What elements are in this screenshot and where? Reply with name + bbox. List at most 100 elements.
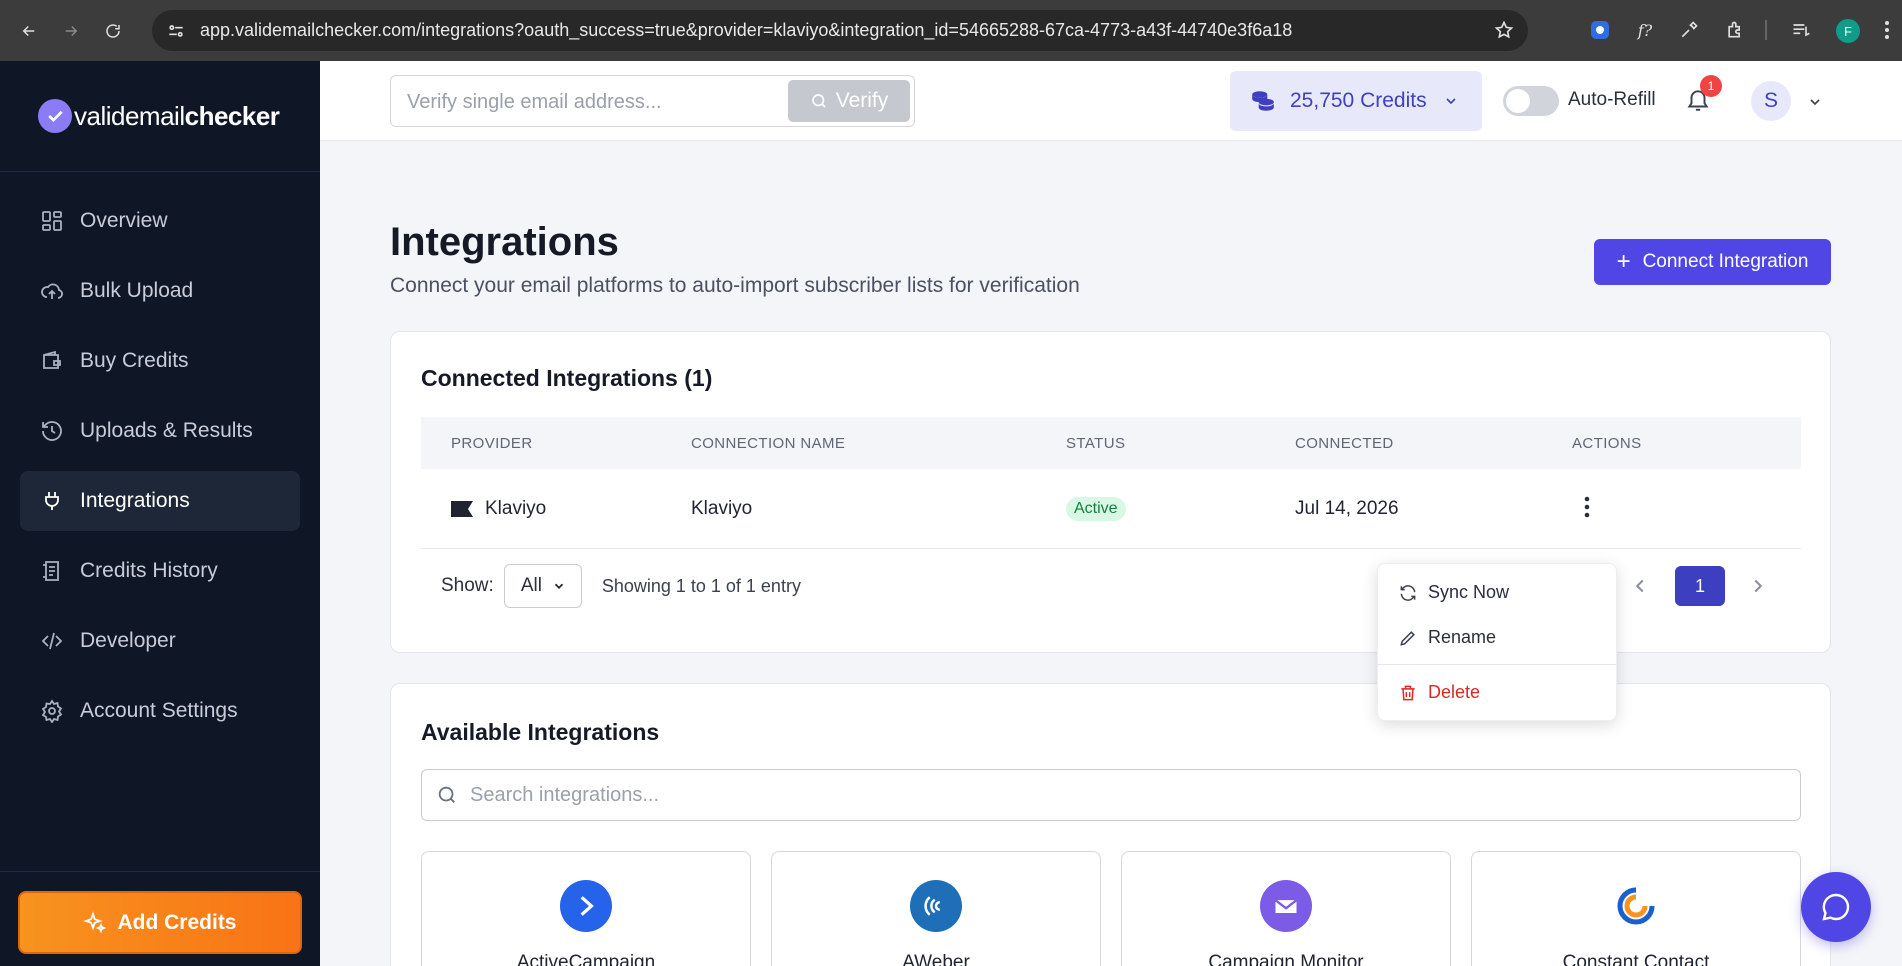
provider-cell: Klaviyo [421, 498, 691, 520]
rename-label: Rename [1428, 627, 1497, 647]
sidebar-item-label: Developer [80, 629, 176, 652]
sidebar-item-account-settings[interactable]: Account Settings [20, 681, 300, 741]
sidebar-item-uploads-results[interactable]: Uploads & Results [20, 401, 300, 461]
verify-email-form: Verify [390, 75, 915, 127]
chevron-down-icon [1446, 98, 1456, 105]
url-text[interactable]: app.validemailchecker.com/integrations?o… [200, 20, 1460, 41]
site-settings-icon[interactable] [166, 21, 186, 41]
campaign-monitor-icon [1260, 880, 1312, 932]
sidebar-divider [0, 171, 320, 172]
logo-check-icon [38, 99, 72, 133]
extension-icon[interactable] [1589, 19, 1611, 41]
wallet-icon [43, 350, 61, 369]
chevron-down-icon [554, 583, 564, 589]
browser-chrome: app.validemailchecker.com/integrations?o… [0, 0, 1902, 61]
user-avatar[interactable]: S [1751, 81, 1791, 121]
table-footer: Show: All Showing 1 to 1 of 1 entry [441, 564, 801, 608]
integration-name: ActiveCampaign [516, 952, 656, 966]
connected-integrations-table: PROVIDER CONNECTION NAME STATUS CONNECTE… [421, 417, 1801, 549]
chevron-left-icon[interactable] [1629, 575, 1651, 597]
verify-button[interactable]: Verify [788, 80, 910, 122]
integration-card-constant-contact[interactable]: Constant Contact [1471, 851, 1801, 966]
more-actions-icon[interactable] [1574, 494, 1600, 520]
sidebar-item-buy-credits[interactable]: Buy Credits [20, 331, 300, 391]
integration-name: AWeber [902, 952, 970, 966]
back-icon[interactable] [16, 18, 42, 44]
pagination-summary: Showing 1 to 1 of 1 entry [601, 575, 801, 596]
bookmark-star-icon[interactable] [1494, 20, 1514, 40]
notification-badge: 1 [1700, 75, 1722, 97]
chevron-down-icon[interactable] [1807, 94, 1823, 110]
aweber-icon [910, 880, 962, 932]
connect-integration-button[interactable]: + Connect Integration [1594, 239, 1831, 285]
verify-email-input[interactable] [407, 88, 777, 116]
integration-card-aweber[interactable]: AWeber [771, 851, 1101, 966]
plus-icon: + [1616, 248, 1631, 275]
chat-support-button[interactable] [1801, 872, 1871, 942]
actions-cell [1572, 494, 1801, 524]
sidebar-item-overview[interactable]: Overview [20, 191, 300, 251]
chevron-right-icon[interactable] [1747, 575, 1769, 597]
sidebar-item-credits-history[interactable]: Credits History [20, 541, 300, 601]
reload-icon[interactable] [100, 18, 126, 44]
verify-label: Verify [835, 89, 889, 112]
sidebar: validemailchecker Overview Bulk Upload B… [0, 61, 320, 966]
credits-dropdown[interactable]: 25,750 Credits [1230, 71, 1482, 131]
toggle-knob [1506, 89, 1530, 113]
gear-icon [41, 699, 63, 723]
page-size-select[interactable]: All [503, 564, 582, 608]
logo-text: validemailchecker [74, 100, 280, 131]
add-credits-button[interactable]: Add Credits [18, 891, 302, 954]
media-queue-icon[interactable] [1790, 19, 1812, 41]
rename-menu-item[interactable]: Rename [1398, 627, 1496, 648]
menu-divider [1378, 664, 1618, 665]
sidebar-item-label: Bulk Upload [80, 279, 194, 302]
refresh-icon [1400, 584, 1416, 601]
sidebar-item-integrations[interactable]: Integrations [20, 471, 300, 531]
sync-now-menu-item[interactable]: Sync Now [1398, 582, 1509, 603]
connection-name-cell: Klaviyo [691, 497, 753, 519]
sidebar-nav: Overview Bulk Upload Buy Credits Uploads… [20, 191, 300, 751]
pagination-page-button[interactable]: 1 [1675, 566, 1725, 606]
sidebar-item-label: Overview [80, 209, 168, 232]
forward-icon[interactable] [58, 18, 84, 44]
sidebar-item-bulk-upload[interactable]: Bulk Upload [20, 261, 300, 321]
app-logo[interactable]: validemailchecker [38, 99, 280, 133]
row-actions-menu: Sync Now Rename Delete [1377, 563, 1618, 721]
address-bar[interactable]: app.validemailchecker.com/integrations?o… [152, 10, 1528, 51]
trash-icon [1401, 685, 1415, 700]
column-header-connected[interactable]: CONNECTED [1295, 435, 1572, 452]
table-header: PROVIDER CONNECTION NAME STATUS CONNECTE… [421, 417, 1801, 469]
column-header-status[interactable]: STATUS [1066, 435, 1295, 452]
available-integrations-title: Available Integrations [421, 719, 660, 745]
column-header-connection-name[interactable]: CONNECTION NAME [691, 435, 1066, 452]
formula-extension-icon[interactable]: f? [1634, 19, 1656, 41]
page-title: Integrations [390, 220, 619, 264]
integration-name: Campaign Monitor [1208, 952, 1364, 966]
column-header-provider[interactable]: PROVIDER [421, 435, 691, 452]
integration-card-activecampaign[interactable]: ActiveCampaign [421, 851, 751, 966]
browser-menu-icon[interactable] [1876, 19, 1898, 41]
auto-refill-toggle[interactable] [1503, 86, 1559, 116]
browser-profile-avatar[interactable]: F [1836, 19, 1860, 43]
plug-icon [45, 492, 59, 510]
show-label: Show: [441, 575, 494, 596]
delete-label: Delete [1428, 682, 1481, 702]
status-badge: Active [1066, 496, 1126, 521]
puzzle-extensions-icon[interactable] [1724, 19, 1746, 41]
code-icon [41, 632, 63, 650]
eyedropper-icon[interactable] [1678, 19, 1700, 41]
activecampaign-icon [560, 880, 612, 932]
constant-contact-icon [1610, 880, 1662, 932]
chat-bubble-icon [1822, 893, 1850, 921]
search-icon [438, 786, 455, 803]
sidebar-item-developer[interactable]: Developer [20, 611, 300, 671]
sync-now-label: Sync Now [1428, 582, 1510, 602]
integration-search-input[interactable] [470, 783, 1770, 807]
integration-card-campaign-monitor[interactable]: Campaign Monitor [1121, 851, 1451, 966]
pencil-icon [1400, 630, 1415, 646]
column-header-actions: ACTIONS [1572, 434, 1642, 452]
available-integrations-card: Available Integrations ActiveCampaign AW… [390, 683, 1831, 966]
integration-search [421, 769, 1801, 821]
delete-menu-item[interactable]: Delete [1398, 682, 1480, 703]
